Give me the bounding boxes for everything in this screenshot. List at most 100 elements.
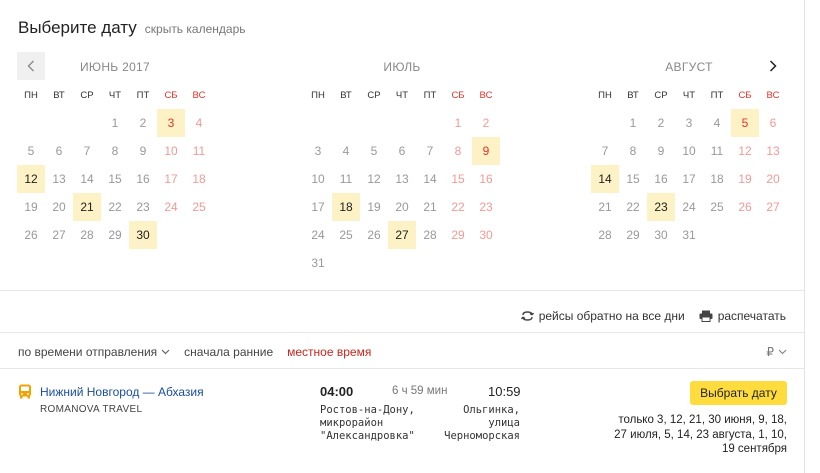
calendar-day: 6	[769, 116, 777, 130]
calendar-day: 7	[601, 144, 609, 158]
calendar-header: Выберите дату скрыть календарь	[18, 18, 246, 38]
calendar-day: 27	[766, 200, 780, 214]
calendar-day: 19	[24, 200, 38, 214]
trip-duration: 6 ч 59 мин	[392, 385, 448, 397]
calendar-day: 22	[108, 200, 122, 214]
weekday-header: ПН ВТ СР ЧТ ПТ СБ ВС	[17, 90, 213, 101]
weekday-label: СБ	[738, 90, 752, 101]
sort-bar: по времени отправления сначала ранние ме…	[0, 332, 805, 369]
hide-calendar-link[interactable]: скрыть календарь	[145, 22, 246, 36]
calendar-day: 28	[80, 228, 94, 242]
calendar-day: 30	[654, 228, 668, 242]
next-month-button[interactable]	[759, 52, 787, 80]
weekday-label: ПН	[311, 90, 325, 101]
choose-date-button[interactable]: Выбрать дату	[690, 381, 787, 405]
calendar-day-available[interactable]: 3	[157, 109, 185, 137]
calendar-day: 1	[629, 116, 637, 130]
calendar-day: 4	[195, 116, 203, 130]
calendar-panel: Выберите дату скрыть календарь ИЮНЬ 2017…	[0, 0, 805, 291]
print-link[interactable]: распечатать	[699, 309, 786, 323]
calendar-day: 3	[685, 116, 693, 130]
calendar-day: 24	[311, 228, 325, 242]
calendar-day-available[interactable]: 18	[332, 193, 360, 221]
calendar-day-available[interactable]: 23	[647, 193, 675, 221]
weekday-label: СБ	[164, 90, 178, 101]
return-trips-label: рейсы обратно на все дни	[538, 309, 685, 323]
calendar-day: 2	[482, 116, 490, 130]
calendar-day: 4	[713, 116, 721, 130]
weekday-label: ПН	[24, 90, 38, 101]
bus-icon	[19, 384, 31, 399]
day-grid: 1 2 3 4 5 6 7 8 9 10 11 12 13 14 15 16 17 18 19 20 21 22 23 24 2…	[591, 109, 787, 249]
arrival-time: 10:59	[488, 384, 521, 399]
calendar-day: 28	[598, 228, 612, 242]
calendar-day-available[interactable]: 27	[388, 221, 416, 249]
sort-earliest-first[interactable]: сначала ранние	[184, 345, 273, 359]
calendar-day: 7	[83, 144, 91, 158]
calendar-day: 29	[451, 228, 465, 242]
calendar-day: 9	[657, 144, 665, 158]
calendar-day: 10	[311, 172, 325, 186]
calendar-day: 19	[738, 172, 752, 186]
calendar-day: 8	[629, 144, 637, 158]
carrier-name: ROMANOVA TRAVEL	[40, 404, 143, 415]
calendar-day: 13	[395, 172, 409, 186]
empty-cell	[591, 109, 619, 137]
calendar-day: 3	[314, 144, 322, 158]
calendar-day-available[interactable]: 9	[472, 137, 500, 165]
calendar-day: 25	[192, 200, 206, 214]
calendar-day: 24	[682, 200, 696, 214]
calendar-day: 16	[654, 172, 668, 186]
calendar-day: 17	[311, 200, 325, 214]
return-trips-link[interactable]: рейсы обратно на все дни	[520, 309, 685, 323]
calendar-day: 30	[479, 228, 493, 242]
calendar-day-available[interactable]: 12	[17, 165, 45, 193]
calendar-day: 5	[27, 144, 35, 158]
calendar-day-available[interactable]: 30	[129, 221, 157, 249]
calendar-day: 9	[139, 144, 147, 158]
calendar-day: 14	[80, 172, 94, 186]
calendar-day: 14	[423, 172, 437, 186]
calendar-day: 5	[370, 144, 378, 158]
calendar-day: 15	[626, 172, 640, 186]
weekday-label: ПТ	[136, 90, 150, 101]
calendar-day: 8	[111, 144, 119, 158]
weekday-label: СР	[654, 90, 668, 101]
print-label: распечатать	[717, 309, 786, 323]
calendar-day-available[interactable]: 14	[591, 165, 619, 193]
calendar-day: 21	[423, 200, 437, 214]
weekday-header: ПН ВТ СР ЧТ ПТ СБ ВС	[304, 90, 500, 101]
month-title: ИЮЛЬ	[383, 60, 421, 74]
calendar-day: 25	[710, 200, 724, 214]
sort-by-departure-dropdown[interactable]: по времени отправления	[18, 345, 170, 359]
calendar-day: 2	[657, 116, 665, 130]
currency-symbol: ₽	[766, 345, 774, 359]
calendar-day: 13	[766, 144, 780, 158]
calendar-day: 7	[426, 144, 434, 158]
calendar-day: 17	[164, 172, 178, 186]
calendar-day-available[interactable]: 21	[73, 193, 101, 221]
calendar-day: 31	[311, 256, 325, 270]
day-grid: 1 2 3 4 5 6 7 8 9 10 11 12 13 14 15 16 17 18 19 20 21 22 23 24 2…	[17, 109, 213, 249]
weekday-label: ЧТ	[395, 90, 409, 101]
weekday-label: СР	[367, 90, 381, 101]
chevron-right-icon	[769, 60, 777, 72]
empty-cell	[416, 109, 444, 137]
currency-selector[interactable]: ₽	[766, 345, 787, 359]
weekday-label: ПН	[598, 90, 612, 101]
calendar-day: 23	[479, 200, 493, 214]
local-time-toggle[interactable]: местное время	[287, 345, 371, 359]
calendar-day: 6	[55, 144, 63, 158]
route-name-link[interactable]: Нижний Новгород — Абхазия	[40, 385, 204, 399]
calendar-day: 25	[339, 228, 353, 242]
weekday-label: ЧТ	[108, 90, 122, 101]
trip-options: рейсы обратно на все дни распечатать	[520, 309, 786, 323]
calendar-day: 15	[451, 172, 465, 186]
calendar-day: 11	[339, 172, 353, 186]
calendar-day-available[interactable]: 5	[731, 109, 759, 137]
calendar-day: 6	[398, 144, 406, 158]
calendar-day: 13	[52, 172, 66, 186]
calendar-day: 1	[111, 116, 119, 130]
calendar-day: 16	[136, 172, 150, 186]
weekday-label: ВТ	[340, 90, 352, 101]
